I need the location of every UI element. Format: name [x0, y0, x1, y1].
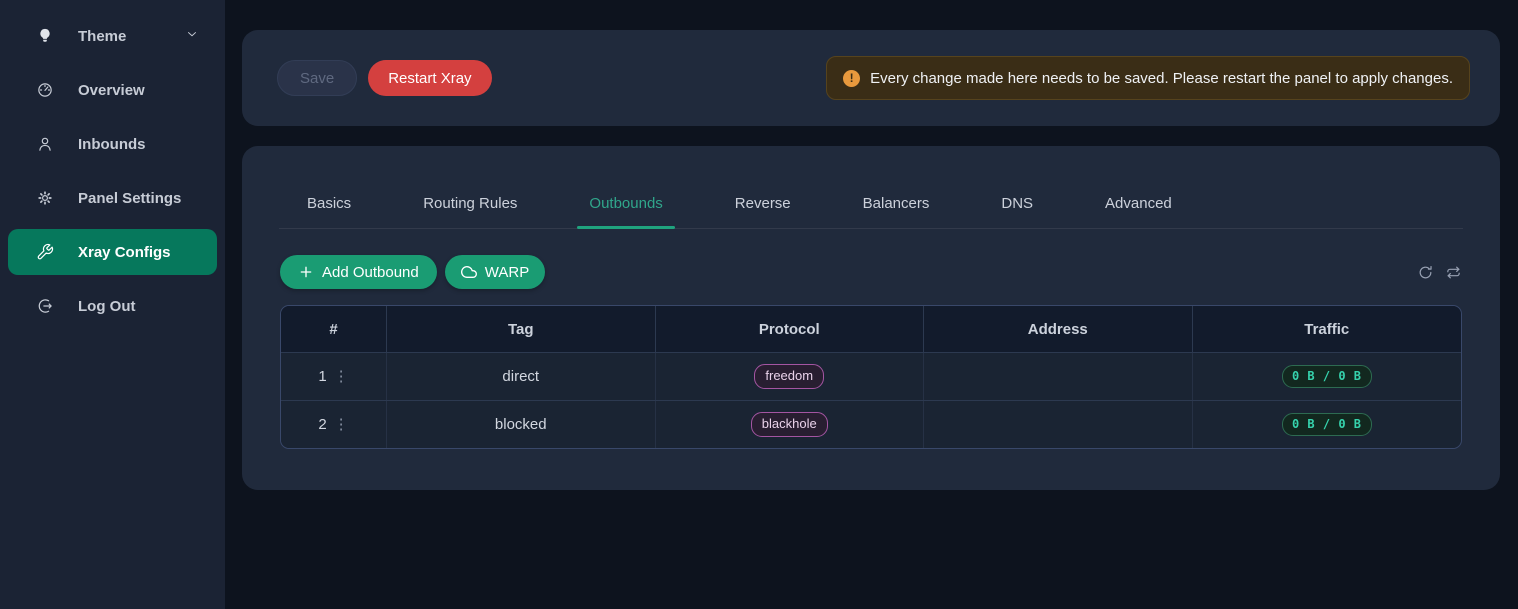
sidebar-item-panel-settings[interactable]: Panel Settings	[8, 175, 217, 221]
table-tools	[1417, 264, 1462, 281]
tab-routing-rules[interactable]: Routing Rules	[411, 195, 529, 228]
user-icon	[36, 135, 54, 153]
xray-config-card: Basics Routing Rules Outbounds Reverse B…	[242, 146, 1500, 490]
row-index: 1	[318, 368, 326, 385]
tab-balancers[interactable]: Balancers	[851, 195, 942, 228]
wrench-icon	[36, 243, 54, 261]
tab-advanced[interactable]: Advanced	[1093, 195, 1184, 228]
warning-text: Every change made here needs to be saved…	[870, 70, 1453, 87]
plus-icon	[298, 264, 314, 280]
tab-dns[interactable]: DNS	[989, 195, 1045, 228]
chevron-down-icon[interactable]	[185, 27, 199, 45]
restart-xray-button[interactable]: Restart Xray	[368, 60, 491, 96]
col-header-traffic: Traffic	[1193, 306, 1462, 352]
app-root: Theme Overview Inbounds Panel Settings	[0, 0, 1518, 609]
cloud-icon	[461, 264, 477, 280]
sidebar-item-overview[interactable]: Overview	[8, 67, 217, 113]
tab-basics[interactable]: Basics	[295, 195, 363, 228]
outbounds-actions: Add Outbound WARP	[280, 255, 1462, 289]
col-header-address: Address	[924, 306, 1193, 352]
sidebar-item-label: Panel Settings	[78, 190, 181, 207]
warp-label: WARP	[485, 264, 529, 281]
bulb-icon	[36, 27, 54, 45]
refresh-icon[interactable]	[1417, 264, 1434, 281]
gear-icon	[36, 189, 54, 207]
add-outbound-button[interactable]: Add Outbound	[280, 255, 437, 289]
main-content: Save Restart Xray ! Every change made he…	[225, 0, 1518, 609]
row-tag: blocked	[387, 401, 656, 448]
sidebar-item-xray-configs[interactable]: Xray Configs	[8, 229, 217, 275]
add-outbound-label: Add Outbound	[322, 264, 419, 281]
col-header-tag: Tag	[387, 306, 656, 352]
table-row: 2 ⋮ blocked blackhole 0 B / 0 B	[281, 400, 1461, 448]
table-header-row: # Tag Protocol Address Traffic	[281, 306, 1461, 352]
outbounds-table: # Tag Protocol Address Traffic 1 ⋮ direc…	[280, 305, 1462, 449]
sidebar-item-label: Log Out	[78, 298, 135, 315]
config-tabs: Basics Routing Rules Outbounds Reverse B…	[279, 146, 1463, 229]
warning-banner: ! Every change made here needs to be sav…	[826, 56, 1470, 100]
table-row: 1 ⋮ direct freedom 0 B / 0 B	[281, 352, 1461, 400]
logout-icon	[36, 297, 54, 315]
row-menu-icon[interactable]: ⋮	[334, 369, 349, 384]
sidebar-item-label: Inbounds	[78, 136, 146, 153]
row-index: 2	[318, 416, 326, 433]
dashboard-icon	[36, 81, 54, 99]
warning-icon: !	[843, 70, 860, 87]
save-button[interactable]: Save	[277, 60, 357, 96]
protocol-badge: freedom	[754, 364, 824, 389]
sidebar-item-log-out[interactable]: Log Out	[8, 283, 217, 329]
sidebar-item-label: Theme	[78, 28, 126, 45]
row-menu-icon[interactable]: ⋮	[334, 417, 349, 432]
traffic-badge: 0 B / 0 B	[1282, 365, 1372, 388]
tab-outbounds[interactable]: Outbounds	[577, 195, 674, 228]
row-address	[924, 353, 1193, 400]
row-tag: direct	[387, 353, 656, 400]
col-header-index: #	[281, 306, 387, 352]
col-header-protocol: Protocol	[656, 306, 925, 352]
protocol-badge: blackhole	[751, 412, 828, 437]
row-address	[924, 401, 1193, 448]
tab-reverse[interactable]: Reverse	[723, 195, 803, 228]
repeat-icon[interactable]	[1445, 264, 1462, 281]
sidebar: Theme Overview Inbounds Panel Settings	[0, 0, 225, 609]
toolbar-card: Save Restart Xray ! Every change made he…	[242, 30, 1500, 126]
sidebar-item-theme[interactable]: Theme	[8, 13, 217, 59]
sidebar-item-label: Overview	[78, 82, 145, 99]
sidebar-item-label: Xray Configs	[78, 244, 171, 261]
sidebar-item-inbounds[interactable]: Inbounds	[8, 121, 217, 167]
warp-button[interactable]: WARP	[445, 255, 545, 289]
traffic-badge: 0 B / 0 B	[1282, 413, 1372, 436]
